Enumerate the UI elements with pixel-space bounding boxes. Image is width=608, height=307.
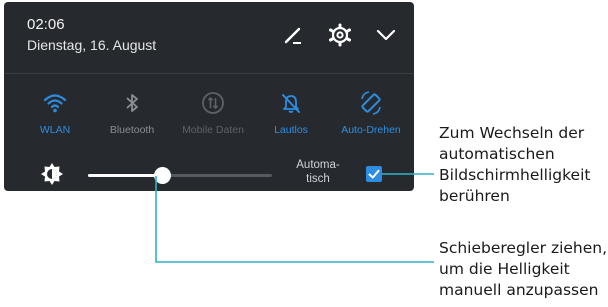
callout-auto-brightness: Zum Wechseln der automatischen Bildschir…	[439, 124, 591, 205]
callout-slider: Schieberegler ziehen, um die Helligkeit …	[439, 239, 608, 299]
leader-line-slider	[155, 176, 434, 263]
